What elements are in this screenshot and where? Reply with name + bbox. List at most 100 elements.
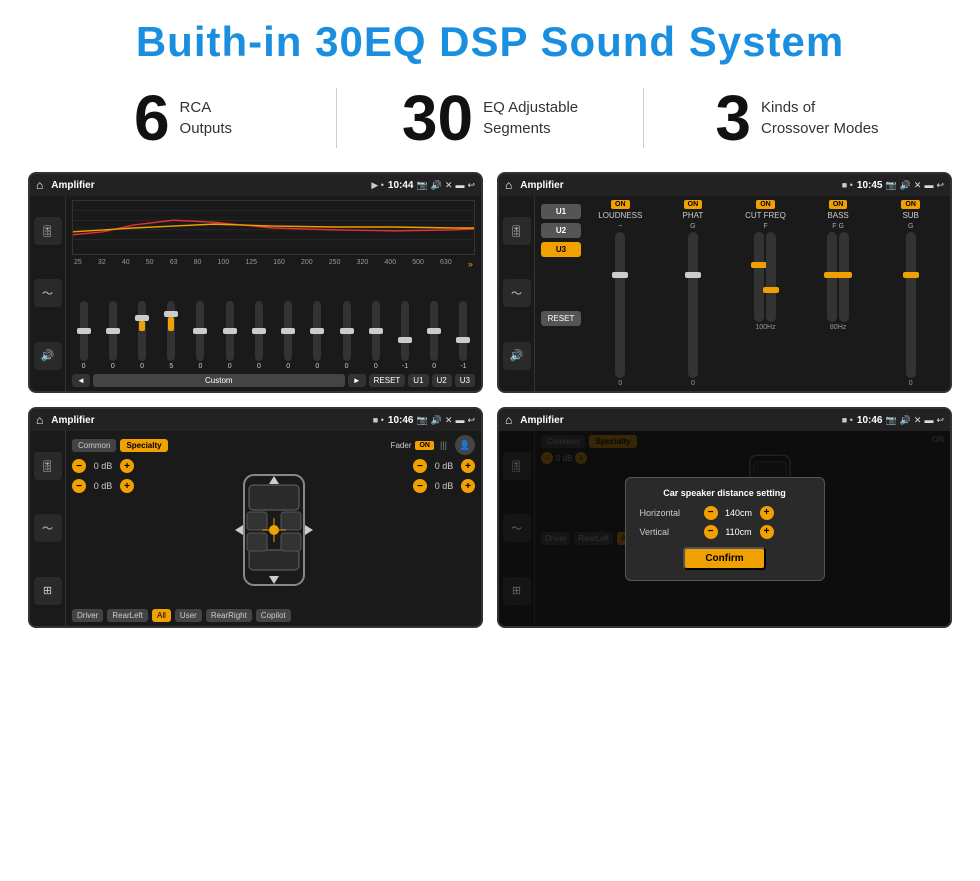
cross-phat: ON PHAT G 0 bbox=[660, 200, 727, 387]
cross-reset-btn[interactable]: RESET bbox=[541, 311, 581, 326]
eq-bottom-row: ◄ Custom ► RESET U1 U2 U3 bbox=[72, 374, 475, 387]
cutfreq-slider2[interactable] bbox=[766, 232, 776, 322]
cross-speaker-btn[interactable]: 🔊 bbox=[503, 342, 531, 370]
horizontal-minus[interactable]: − bbox=[704, 506, 718, 520]
eq-slider-10[interactable]: 0 bbox=[335, 301, 358, 370]
cross-u1-btn[interactable]: U1 bbox=[541, 204, 581, 219]
home-icon-fader[interactable]: ⌂ bbox=[36, 413, 43, 427]
eq-custom-btn[interactable]: Custom bbox=[93, 374, 345, 387]
status-bar-eq: ⌂ Amplifier ▶ • 10:44 📷 🔊 ✕ ▬ ↩ bbox=[30, 174, 481, 196]
vertical-ctrl: − 110cm + bbox=[704, 525, 774, 539]
loc-driver[interactable]: Driver bbox=[72, 609, 103, 622]
loc-all[interactable]: All bbox=[152, 609, 171, 622]
freq-63: 63 bbox=[170, 259, 178, 269]
cutfreq-on[interactable]: ON bbox=[756, 200, 775, 209]
eq-slider-11[interactable]: 0 bbox=[364, 301, 387, 370]
eq-u1-btn[interactable]: U1 bbox=[408, 374, 428, 387]
eq-u2-btn[interactable]: U2 bbox=[432, 374, 452, 387]
sub-slider[interactable] bbox=[906, 232, 916, 378]
loudness-slider[interactable] bbox=[615, 232, 625, 378]
fader-back-icon[interactable]: ↩ bbox=[467, 415, 475, 426]
eq-slider-9[interactable]: 0 bbox=[306, 301, 329, 370]
phat-slider[interactable] bbox=[688, 232, 698, 378]
eq-camera-icon: 📷 bbox=[416, 180, 427, 191]
home-icon-cross[interactable]: ⌂ bbox=[505, 178, 512, 192]
eq-back-icon[interactable]: ↩ bbox=[467, 180, 475, 191]
cross-bass: ON BASS F G 80Hz bbox=[805, 200, 872, 387]
db-minus-3[interactable]: − bbox=[413, 459, 427, 473]
db-plus-4[interactable]: + bbox=[461, 479, 475, 493]
bass-slider2[interactable] bbox=[839, 232, 849, 322]
freq-320: 320 bbox=[357, 259, 369, 269]
eq-slider-12[interactable]: -1 bbox=[393, 301, 416, 370]
db-plus-1[interactable]: + bbox=[120, 459, 134, 473]
cross-u2-btn[interactable]: U2 bbox=[541, 223, 581, 238]
eq-slider-6[interactable]: 0 bbox=[218, 301, 241, 370]
eq-slider-3[interactable]: 0 bbox=[130, 301, 153, 370]
fader-icons: ■ • bbox=[373, 415, 384, 425]
cross-channels: ON LOUDNESS ~ 0 ON PHAT bbox=[587, 200, 944, 387]
dialog-battery-icon: ▬ bbox=[924, 415, 933, 425]
eq-battery-icon: ▬ bbox=[455, 180, 464, 190]
home-icon-dialog[interactable]: ⌂ bbox=[505, 413, 512, 427]
db-minus-2[interactable]: − bbox=[72, 479, 86, 493]
bass-on[interactable]: ON bbox=[829, 200, 848, 209]
cross-back-icon[interactable]: ↩ bbox=[936, 180, 944, 191]
phat-on[interactable]: ON bbox=[684, 200, 703, 209]
sub-on[interactable]: ON bbox=[901, 200, 920, 209]
fader-on-toggle[interactable]: ON bbox=[415, 441, 434, 450]
fader-expand-btn[interactable]: ⊞ bbox=[34, 577, 62, 605]
eq-slider-5[interactable]: 0 bbox=[189, 301, 212, 370]
tab-specialty[interactable]: Specialty bbox=[120, 439, 167, 452]
freq-250: 250 bbox=[329, 259, 341, 269]
cross-tune-btn[interactable]: 🎚 bbox=[503, 217, 531, 245]
db-minus-4[interactable]: − bbox=[413, 479, 427, 493]
eq-u3-btn[interactable]: U3 bbox=[455, 374, 475, 387]
db-plus-3[interactable]: + bbox=[461, 459, 475, 473]
fader-tune-btn[interactable]: 🎚 bbox=[34, 452, 62, 480]
freq-500: 500 bbox=[412, 259, 424, 269]
eq-prev-btn[interactable]: ◄ bbox=[72, 374, 90, 387]
home-icon-eq[interactable]: ⌂ bbox=[36, 178, 43, 192]
fader-side-controls: 🎚 〜 ⊞ bbox=[30, 431, 66, 626]
tab-common[interactable]: Common bbox=[72, 439, 116, 452]
cross-u3-btn[interactable]: U3 bbox=[541, 242, 581, 257]
freq-40: 40 bbox=[122, 259, 130, 269]
loc-user[interactable]: User bbox=[175, 609, 202, 622]
eq-speaker-btn[interactable]: 🔊 bbox=[34, 342, 62, 370]
fader-sliders-icon: ||| bbox=[440, 440, 447, 450]
cross-wave-btn[interactable]: 〜 bbox=[503, 279, 531, 307]
cutfreq-slider1[interactable] bbox=[754, 232, 764, 322]
eq-slider-4[interactable]: 5 bbox=[160, 301, 183, 370]
vertical-minus[interactable]: − bbox=[704, 525, 718, 539]
eq-slider-13[interactable]: 0 bbox=[423, 301, 446, 370]
db-minus-1[interactable]: − bbox=[72, 459, 86, 473]
fader-person-icon[interactable]: 👤 bbox=[455, 435, 475, 455]
eq-status-icons: 10:44 📷 🔊 ✕ ▬ ↩ bbox=[388, 180, 475, 191]
loc-rearleft[interactable]: RearLeft bbox=[107, 609, 148, 622]
eq-next-btn[interactable]: ► bbox=[348, 374, 366, 387]
cross-screen-title: Amplifier bbox=[520, 180, 838, 191]
eq-slider-14[interactable]: -1 bbox=[452, 301, 475, 370]
fader-wave-btn[interactable]: 〜 bbox=[34, 514, 62, 542]
divider-2 bbox=[643, 88, 644, 148]
eq-slider-7[interactable]: 0 bbox=[247, 301, 270, 370]
eq-reset-btn[interactable]: RESET bbox=[369, 374, 406, 387]
eq-slider-1[interactable]: 0 bbox=[72, 301, 95, 370]
status-bar-fader: ⌂ Amplifier ■ • 10:46 📷 🔊 ✕ ▬ ↩ bbox=[30, 409, 481, 431]
fader-screen-title: Amplifier bbox=[51, 415, 369, 426]
dialog-back-icon[interactable]: ↩ bbox=[936, 415, 944, 426]
vertical-plus[interactable]: + bbox=[760, 525, 774, 539]
page-title: Buith-in 30EQ DSP Sound System bbox=[0, 0, 980, 76]
eq-wave-btn[interactable]: 〜 bbox=[34, 279, 62, 307]
fader-left-col: − 0 dB + − 0 dB + bbox=[72, 459, 134, 605]
loudness-on[interactable]: ON bbox=[611, 200, 630, 209]
loc-rearright[interactable]: RearRight bbox=[206, 609, 252, 622]
loc-copilot[interactable]: Copilot bbox=[256, 609, 291, 622]
eq-slider-8[interactable]: 0 bbox=[277, 301, 300, 370]
eq-tune-btn[interactable]: 🎚 bbox=[34, 217, 62, 245]
confirm-button[interactable]: Confirm bbox=[683, 547, 765, 570]
eq-slider-2[interactable]: 0 bbox=[101, 301, 124, 370]
horizontal-plus[interactable]: + bbox=[760, 506, 774, 520]
db-plus-2[interactable]: + bbox=[120, 479, 134, 493]
